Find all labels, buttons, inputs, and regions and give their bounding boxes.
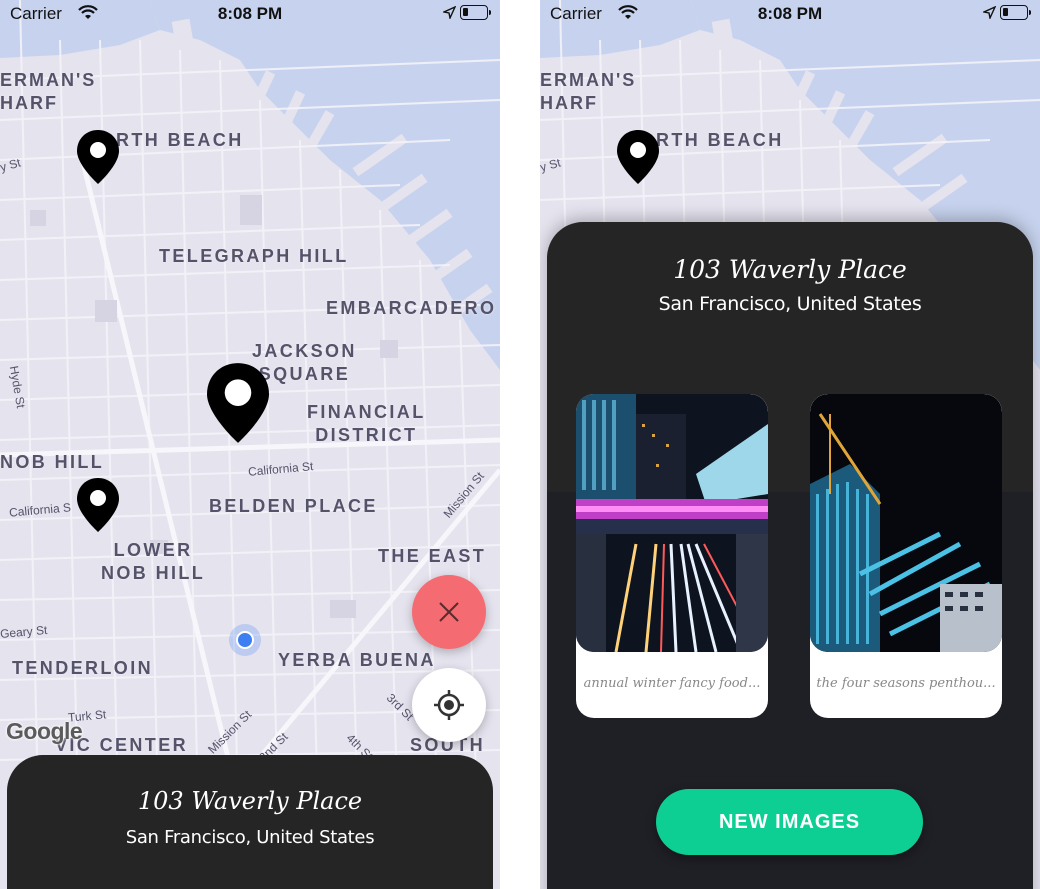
- location-title: 103 Waverly Place: [673, 255, 907, 284]
- location-arrow-icon: [443, 6, 456, 19]
- detail-screen: ERMAN'S HARF RTH BEACH y St 103 Waverly …: [540, 0, 1040, 889]
- district-the-east: THE EAST: [378, 546, 487, 566]
- image-thumbnail: [576, 394, 768, 652]
- district-telegraph-hill: TELEGRAPH HILL: [159, 246, 349, 266]
- status-bar: Carrier 8:08 PM: [0, 0, 500, 28]
- google-logo: Google: [6, 718, 83, 744]
- district-tenderloin: TENDERLOIN: [12, 658, 153, 678]
- image-caption: annual winter fancy food...: [583, 676, 761, 691]
- close-button[interactable]: [412, 575, 486, 649]
- map-pin-icon[interactable]: [617, 130, 659, 184]
- clock: 8:08 PM: [217, 4, 283, 23]
- map-pin-icon[interactable]: [77, 478, 119, 532]
- image-thumbnail: [810, 394, 1002, 652]
- location-detail-sheet[interactable]: 103 Waverly Place San Francisco, United …: [547, 222, 1033, 889]
- district-embarcadero: EMBARCADERO: [326, 298, 497, 318]
- location-arrow-icon: [983, 6, 996, 19]
- district-fishermans-wharf: ERMAN'S HARF: [540, 70, 637, 113]
- district-north-beach: RTH BEACH: [116, 130, 244, 150]
- battery-level: [463, 8, 468, 16]
- map-pin-selected-icon[interactable]: [207, 363, 269, 443]
- district-lower-nob-hill: LOWER NOB HILL: [101, 540, 206, 583]
- district-belden-place: BELDEN PLACE: [209, 496, 378, 516]
- current-location-dot: [229, 624, 261, 656]
- image-caption: the four seasons penthou...: [816, 676, 996, 691]
- map-pin-icon[interactable]: [77, 130, 119, 184]
- image-card[interactable]: the four seasons penthou...: [810, 394, 1002, 718]
- close-icon: [439, 602, 459, 622]
- map-screen: ERMAN'S HARF RTH BEACH TELEGRAPH HILL EM…: [0, 0, 500, 889]
- battery-level: [1003, 8, 1008, 16]
- location-subtitle: San Francisco, United States: [658, 293, 922, 315]
- district-fishermans-wharf: ERMAN'S HARF: [0, 70, 97, 113]
- district-financial: FINANCIAL DISTRICT: [307, 402, 426, 445]
- location-subtitle: San Francisco, United States: [125, 827, 375, 848]
- new-images-button[interactable]: NEW IMAGES: [656, 789, 923, 855]
- district-north-beach: RTH BEACH: [656, 130, 784, 150]
- battery-icon: [460, 5, 491, 20]
- locate-me-button[interactable]: [412, 668, 486, 742]
- crosshair-icon: [434, 690, 464, 720]
- clock: 8:08 PM: [757, 4, 823, 23]
- battery-icon: [1000, 5, 1031, 20]
- image-card[interactable]: annual winter fancy food...: [576, 394, 768, 718]
- location-title: 103 Waverly Place: [137, 787, 363, 815]
- district-nob-hill: NOB HILL: [0, 452, 105, 472]
- status-bar: Carrier 8:08 PM: [540, 0, 1040, 28]
- location-bottom-sheet[interactable]: 103 Waverly Place San Francisco, United …: [7, 755, 493, 889]
- district-yerba-buena: YERBA BUENA: [278, 650, 436, 670]
